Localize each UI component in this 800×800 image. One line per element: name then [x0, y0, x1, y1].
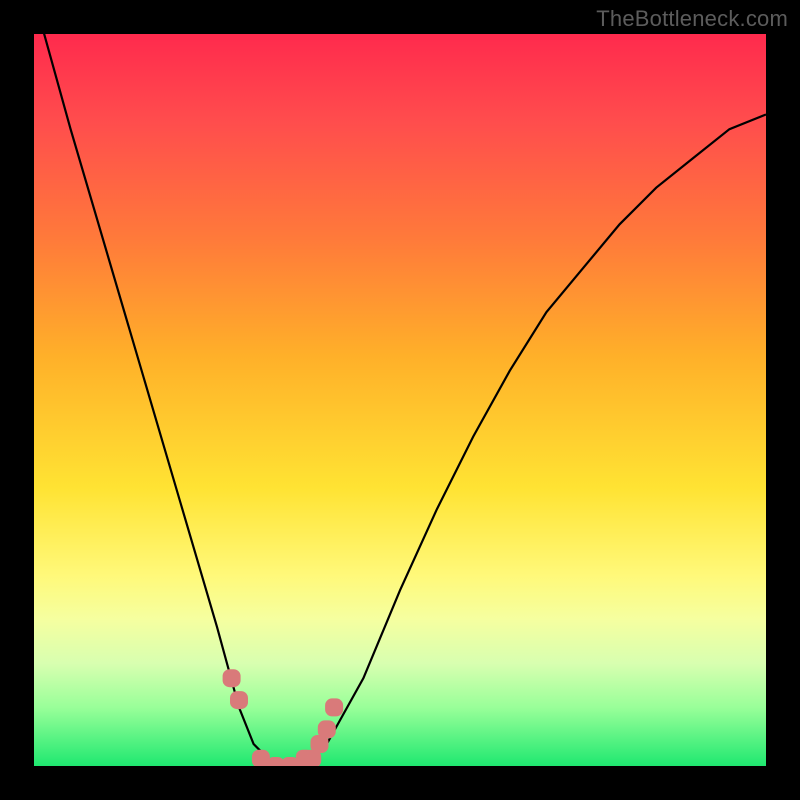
marker-point [325, 698, 343, 716]
marker-point [318, 720, 336, 738]
curve-markers [223, 669, 344, 766]
chart-svg [34, 34, 766, 766]
bottleneck-curve [34, 34, 766, 766]
chart-frame: TheBottleneck.com [0, 0, 800, 800]
marker-point [230, 691, 248, 709]
watermark-text: TheBottleneck.com [596, 6, 788, 32]
plot-area [34, 34, 766, 766]
marker-point [223, 669, 241, 687]
